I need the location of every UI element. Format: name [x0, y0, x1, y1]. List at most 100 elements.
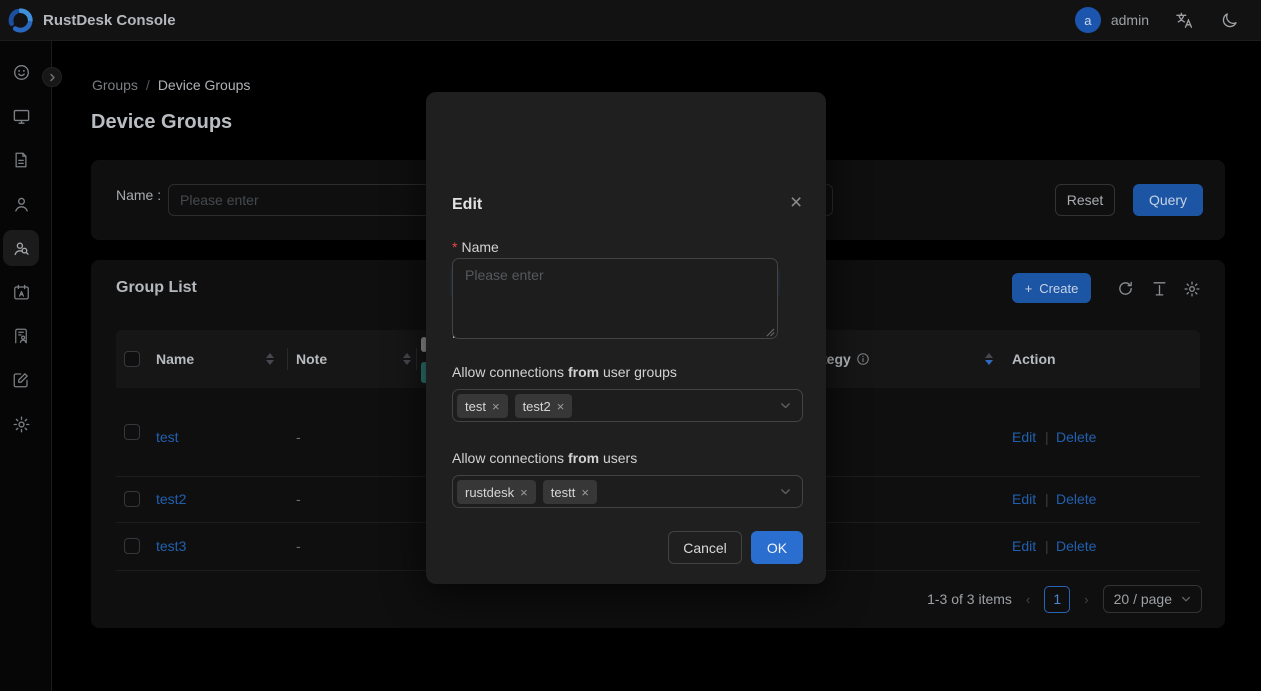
breadcrumb: Groups / Device Groups [92, 77, 250, 93]
monitor-icon [12, 107, 31, 126]
row-checkbox[interactable] [124, 491, 140, 507]
username: admin [1111, 12, 1149, 28]
edit-link[interactable]: Edit [1012, 491, 1036, 507]
edit-square-icon [12, 371, 30, 389]
sidebar-item-address-book[interactable] [3, 274, 39, 310]
page-number-1[interactable]: 1 [1044, 586, 1070, 613]
modal-note-textarea[interactable] [452, 258, 778, 339]
row-checkbox[interactable] [124, 424, 140, 440]
column-height-icon[interactable] [1151, 280, 1168, 297]
sidebar-item-dashboard[interactable] [3, 54, 39, 90]
chevron-down-icon [780, 400, 791, 411]
license-doc-icon [12, 327, 30, 345]
modal-title: Edit [452, 196, 482, 214]
pagination-total: 1-3 of 3 items [927, 591, 1012, 607]
user-icon [12, 195, 31, 214]
query-button[interactable]: Query [1133, 184, 1203, 216]
settings-gear-icon [12, 415, 31, 434]
tag-remove-icon[interactable]: × [557, 399, 565, 414]
sidebar-item-devices[interactable] [3, 98, 39, 134]
tag-test2: test2× [515, 394, 573, 418]
user-groups-field-label: Allow connections from user groups [452, 364, 677, 380]
select-all-checkbox[interactable] [124, 351, 140, 367]
sidebar-item-users[interactable] [3, 186, 39, 222]
plus-icon: + [1025, 281, 1033, 296]
pagination: 1-3 of 3 items ‹ 1 › 20 / page [927, 585, 1202, 613]
delete-link[interactable]: Delete [1056, 429, 1096, 445]
document-icon [12, 151, 30, 169]
create-button[interactable]: + Create [1012, 273, 1091, 303]
users-field-label: Allow connections from users [452, 450, 637, 466]
page-size-select[interactable]: 20 / page [1103, 585, 1202, 613]
cancel-button[interactable]: Cancel [668, 531, 742, 564]
column-header-action: Action [1012, 351, 1056, 367]
column-header-note[interactable]: Note [296, 351, 327, 367]
row-checkbox[interactable] [124, 538, 140, 554]
edit-link[interactable]: Edit [1012, 538, 1036, 554]
sort-icons-strategy[interactable] [985, 353, 993, 365]
chevron-right-icon [48, 73, 57, 82]
sort-icons-name[interactable] [266, 353, 274, 365]
refresh-icon[interactable] [1117, 280, 1134, 297]
delete-link[interactable]: Delete [1056, 538, 1096, 554]
note-cell: - [296, 538, 301, 554]
info-circle-icon[interactable] [856, 352, 870, 366]
name-field-label: *Name [452, 239, 499, 255]
sidebar-item-settings[interactable] [3, 406, 39, 442]
rustdesk-logo-icon [8, 8, 33, 33]
selected-user-groups: test× test2× [457, 394, 572, 418]
sort-icons-note[interactable] [403, 353, 411, 365]
breadcrumb-separator: / [146, 77, 150, 93]
sidebar-item-device-groups[interactable] [3, 230, 39, 266]
close-icon[interactable]: × [790, 195, 802, 211]
tag-rustdesk: rustdesk× [457, 480, 536, 504]
dark-mode-moon-icon[interactable] [1220, 11, 1239, 30]
next-page-icon[interactable]: › [1084, 592, 1088, 607]
filter-name-label: Name : [116, 187, 161, 203]
reset-button[interactable]: Reset [1055, 184, 1115, 216]
column-header-name[interactable]: Name [156, 351, 194, 367]
user-menu[interactable]: a admin [1075, 7, 1149, 33]
translate-icon[interactable] [1175, 11, 1194, 30]
edit-modal: Edit × *Name test × Note Allow connectio… [426, 92, 826, 584]
chevron-down-icon [1181, 594, 1191, 604]
sidebar-item-audit[interactable] [3, 142, 39, 178]
address-book-icon [12, 283, 31, 302]
edit-link[interactable]: Edit [1012, 429, 1036, 445]
avatar: a [1075, 7, 1101, 33]
breadcrumb-device-groups: Device Groups [158, 77, 251, 93]
tag-test: test× [457, 394, 508, 418]
sidebar-collapse-button[interactable] [42, 67, 62, 87]
tag-remove-icon[interactable]: × [581, 485, 589, 500]
smiley-icon [12, 63, 31, 82]
page-title: Device Groups [91, 111, 232, 134]
ok-button[interactable]: OK [751, 531, 803, 564]
users-select[interactable]: rustdesk× testt× [452, 475, 803, 508]
sidebar [0, 41, 52, 691]
tag-testt: testt× [543, 480, 597, 504]
column-header-strategy-fragment[interactable]: tegy [822, 351, 851, 367]
note-cell: - [296, 429, 301, 445]
note-cell: - [296, 491, 301, 507]
top-bar-right: a admin [1075, 0, 1239, 40]
required-mark: * [452, 239, 457, 255]
sidebar-item-custom-client[interactable] [3, 318, 39, 354]
group-name-link[interactable]: test [156, 429, 179, 445]
tag-remove-icon[interactable]: × [520, 485, 528, 500]
sidebar-item-self-service[interactable] [3, 362, 39, 398]
rustdesk-console-app: RustDesk Console a admin [0, 0, 1261, 691]
prev-page-icon[interactable]: ‹ [1026, 592, 1030, 607]
group-list-title: Group List [116, 279, 197, 297]
column-settings-icon[interactable] [1183, 280, 1201, 298]
group-name-link[interactable]: test3 [156, 538, 186, 554]
delete-link[interactable]: Delete [1056, 491, 1096, 507]
top-bar: RustDesk Console a admin [0, 0, 1261, 41]
breadcrumb-groups[interactable]: Groups [92, 77, 138, 93]
tag-remove-icon[interactable]: × [492, 399, 500, 414]
chevron-down-icon [780, 486, 791, 497]
group-name-link[interactable]: test2 [156, 491, 186, 507]
user-groups-select[interactable]: test× test2× [452, 389, 803, 422]
selected-users: rustdesk× testt× [457, 480, 597, 504]
app-title: RustDesk Console [43, 12, 176, 29]
user-group-icon [12, 239, 31, 258]
